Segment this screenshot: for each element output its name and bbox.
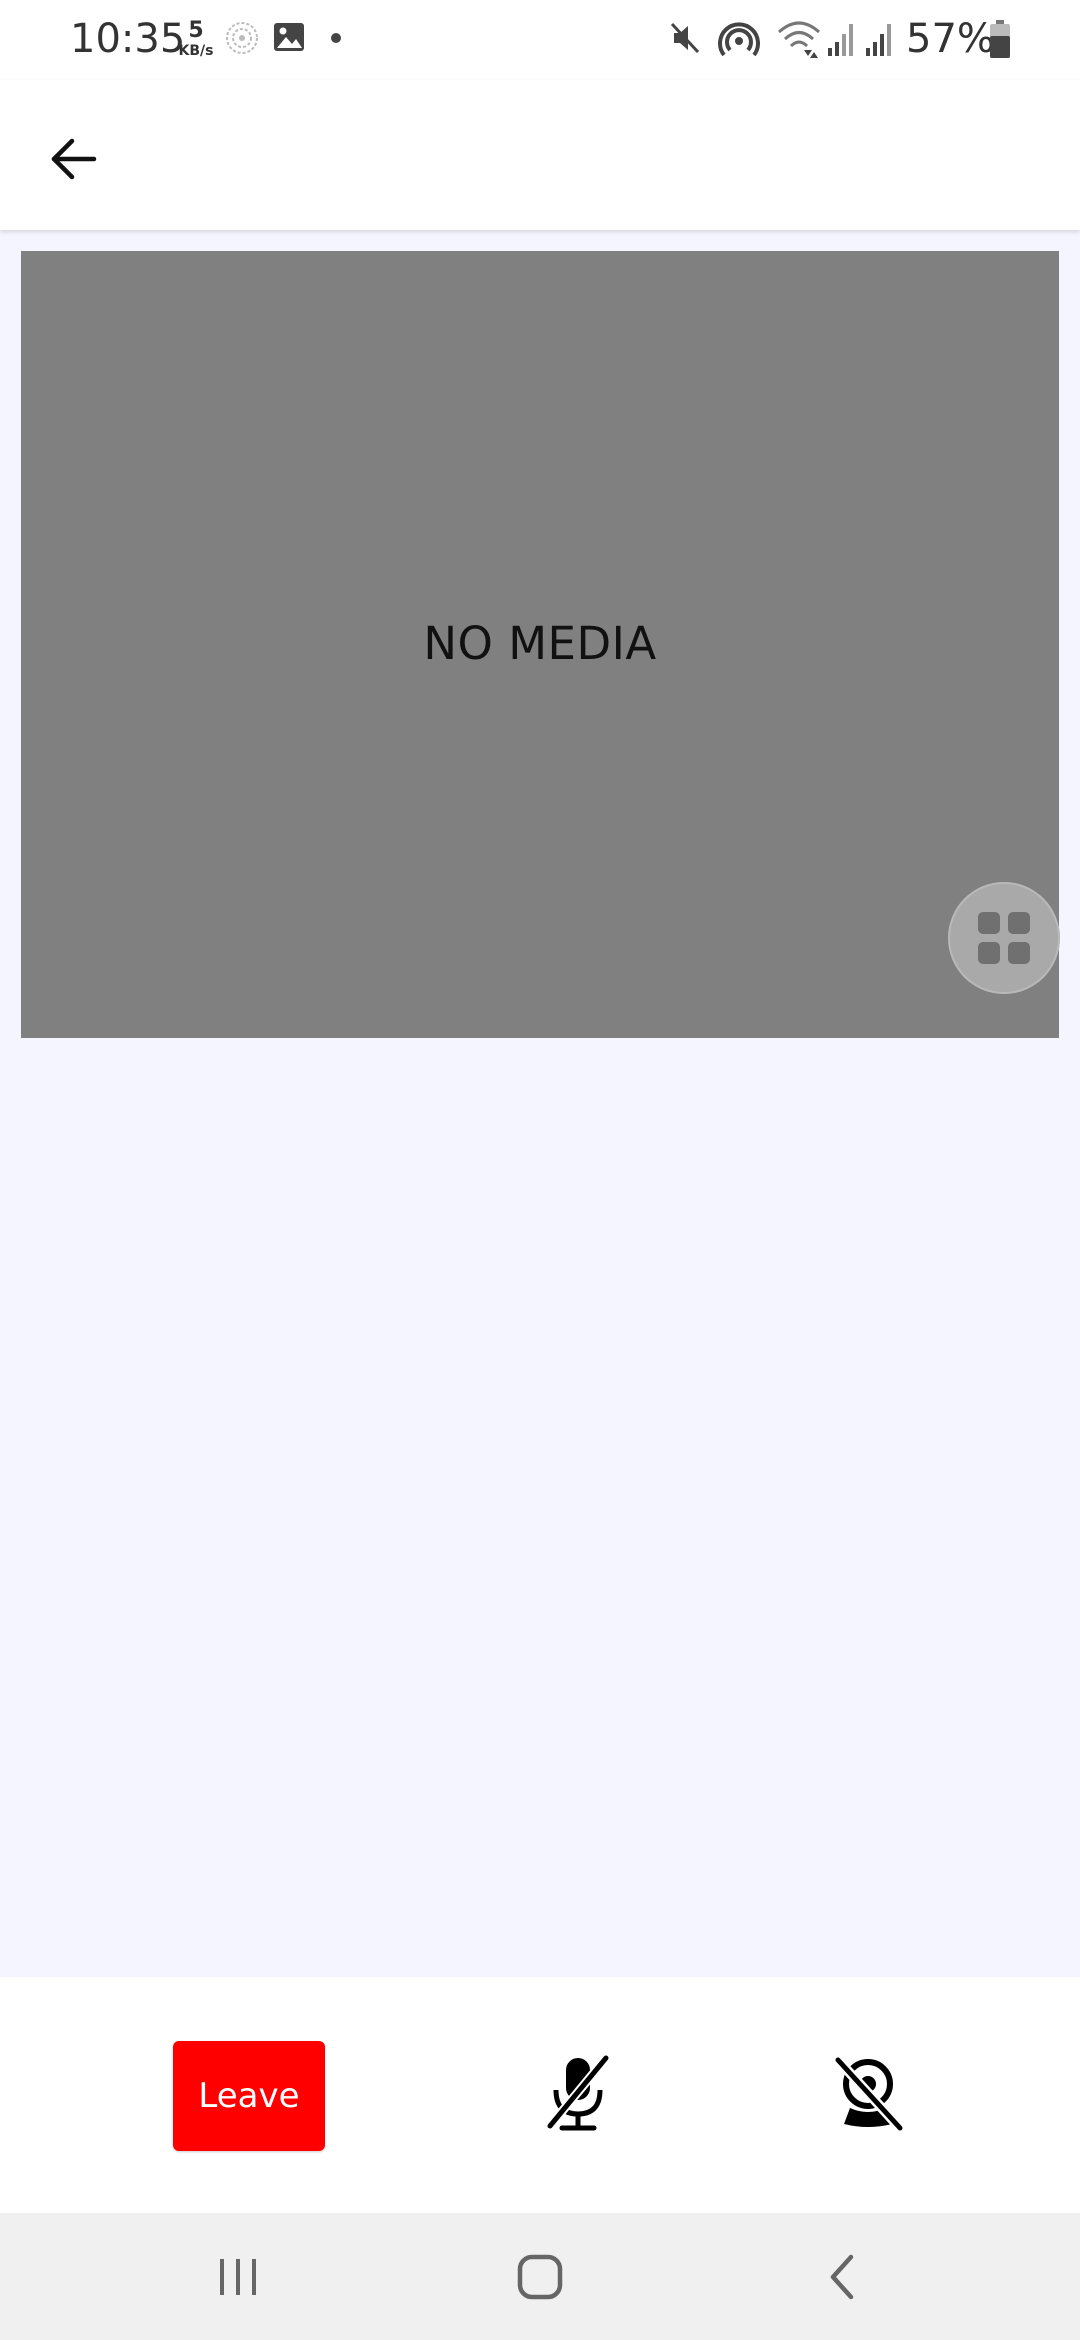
status-bar: 10:35 5 KB/s 57% <box>0 0 1080 80</box>
system-back-button[interactable] <box>798 2237 888 2317</box>
mic-toggle-button[interactable] <box>540 2049 616 2139</box>
recents-button[interactable] <box>193 2237 283 2317</box>
signal-icon <box>866 24 891 56</box>
hotspot-icon <box>718 22 760 57</box>
network-speed-unit: KB/s <box>178 43 214 59</box>
leave-button[interactable]: Leave <box>173 2041 325 2151</box>
app-bar <box>0 80 1080 230</box>
dot-icon <box>331 33 341 43</box>
vpn-icon <box>226 22 258 54</box>
network-speed-value: 5 <box>188 18 204 43</box>
recents-icon <box>220 2259 256 2295</box>
mic-off-icon <box>546 2055 610 2131</box>
battery-percent: 57% <box>906 16 995 62</box>
signal-icon <box>828 24 853 56</box>
camera-toggle-button[interactable] <box>828 2049 908 2139</box>
camera-off-icon <box>834 2056 904 2132</box>
battery-icon <box>990 20 1010 58</box>
arrow-left-icon <box>51 138 97 180</box>
back-button[interactable] <box>38 124 108 194</box>
home-icon <box>517 2254 563 2300</box>
gallery-icon <box>274 23 304 51</box>
layout-toggle-button[interactable] <box>948 882 1060 994</box>
grid-icon <box>978 912 1030 964</box>
no-media-label: NO MEDIA <box>423 617 657 670</box>
system-nav-bar <box>0 2213 1080 2340</box>
video-tile: NO MEDIA <box>21 251 1060 1038</box>
back-icon <box>830 2254 854 2300</box>
call-control-bar: Leave <box>0 1977 1080 2213</box>
status-time: 10:35 <box>70 16 186 62</box>
home-button[interactable] <box>495 2237 585 2317</box>
network-speed: 5 KB/s <box>174 18 218 59</box>
mute-icon <box>670 22 700 54</box>
wifi-icon <box>777 21 821 58</box>
